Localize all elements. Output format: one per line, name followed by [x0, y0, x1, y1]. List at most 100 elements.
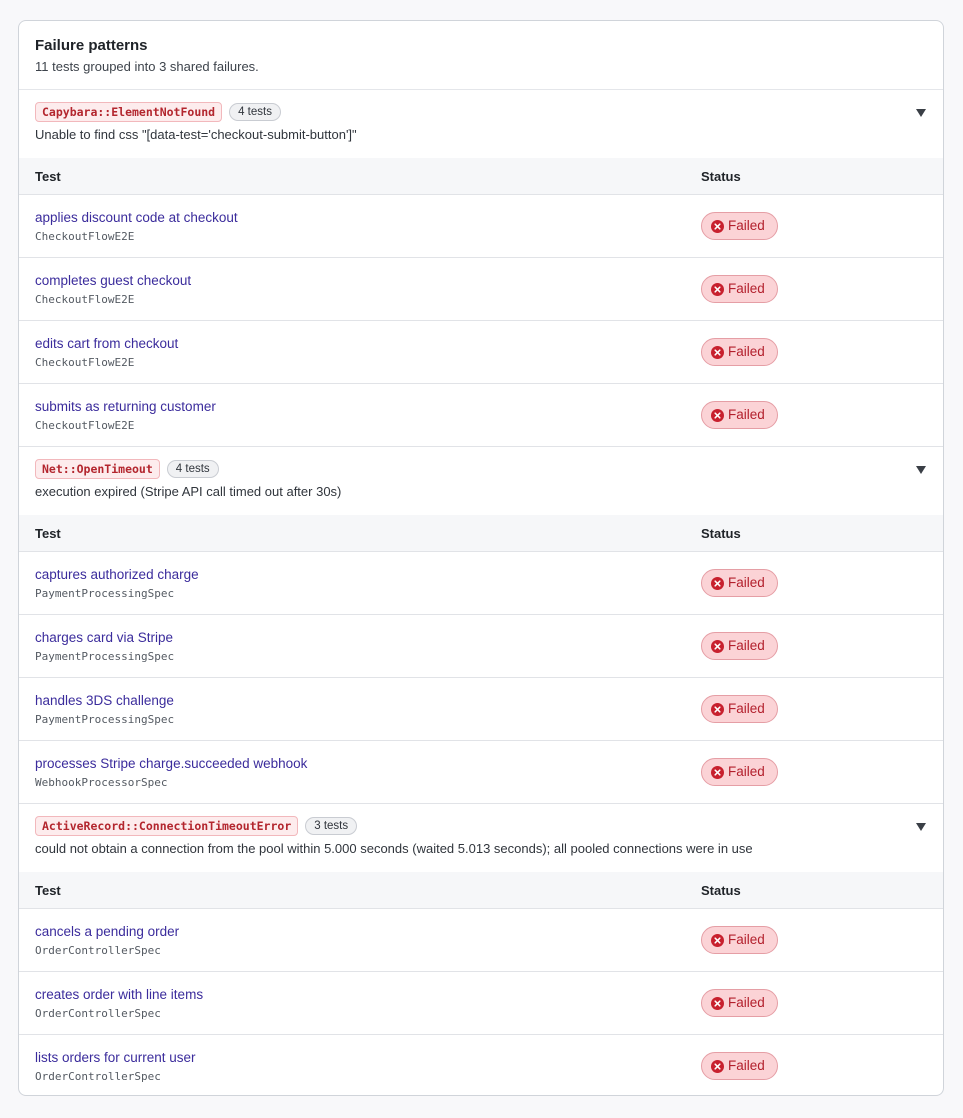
table-header-row: Test Status [19, 872, 943, 909]
column-header-test: Test [35, 882, 61, 898]
test-name-link[interactable]: processes Stripe charge.succeeded webhoo… [35, 755, 701, 773]
test-count-badge: 4 tests [229, 103, 281, 121]
x-circle-icon [711, 765, 724, 779]
test-cell: processes Stripe charge.succeeded webhoo… [19, 755, 701, 790]
table-row: submits as returning customer CheckoutFlo… [19, 384, 943, 447]
status-badge: Failed [701, 758, 778, 786]
chevron-down-icon[interactable] [915, 821, 927, 833]
status-cell: Failed [701, 695, 943, 723]
test-name-link[interactable]: lists orders for current user [35, 1049, 701, 1067]
x-circle-icon [711, 1059, 724, 1073]
status-badge: Failed [701, 695, 778, 723]
test-spec-name: PaymentProcessingSpec [35, 712, 175, 726]
test-name-link[interactable]: creates order with line items [35, 986, 701, 1004]
status-label: Failed [728, 1058, 765, 1073]
column-header-test: Test [35, 525, 61, 541]
status-label: Failed [728, 218, 765, 233]
status-label: Failed [728, 995, 765, 1010]
status-badge: Failed [701, 1052, 778, 1080]
test-spec-name: OrderControllerSpec [35, 1069, 161, 1083]
status-cell: Failed [701, 338, 943, 366]
x-circle-icon [711, 996, 724, 1010]
status-cell: Failed [701, 632, 943, 660]
test-count-badge: 3 tests [305, 817, 358, 835]
status-label: Failed [728, 344, 765, 359]
test-spec-name: CheckoutFlowE2E [35, 355, 135, 369]
test-spec-name: PaymentProcessingSpec [35, 649, 175, 663]
error-class-label: Capybara::ElementNotFound [35, 102, 223, 122]
table-row: charges card via Stripe PaymentProcessing… [19, 615, 943, 678]
card-header: Failure patterns 11 tests grouped into 3… [19, 21, 943, 90]
x-circle-icon [711, 345, 724, 359]
test-cell: applies discount code at checkout Checkou… [19, 209, 701, 244]
failure-group-title: ActiveRecord::ConnectionTimeoutError 3 te… [35, 815, 927, 837]
table-row: completes guest checkout CheckoutFlowE2E F… [19, 258, 943, 321]
test-name-link[interactable]: applies discount code at checkout [35, 209, 701, 227]
test-name-link[interactable]: cancels a pending order [35, 923, 701, 941]
status-label: Failed [728, 932, 765, 947]
column-header-status: Status [701, 882, 741, 898]
test-cell: charges card via Stripe PaymentProcessing… [19, 629, 701, 664]
chevron-down-icon[interactable] [915, 107, 927, 119]
error-message: could not obtain a connection from the p… [35, 841, 753, 856]
table-row: lists orders for current user OrderContro… [19, 1035, 943, 1095]
status-cell: Failed [701, 758, 943, 786]
test-spec-name: OrderControllerSpec [35, 1006, 161, 1020]
x-circle-icon [711, 639, 724, 653]
test-spec-name: CheckoutFlowE2E [35, 292, 135, 306]
failure-group: ActiveRecord::ConnectionTimeoutError 3 te… [19, 804, 943, 1095]
table-header-row: Test Status [19, 515, 943, 552]
status-badge: Failed [701, 989, 778, 1017]
table-header-row: Test Status [19, 158, 943, 195]
failure-group-title: Net::OpenTimeout 4 tests [35, 458, 927, 480]
test-spec-name: CheckoutFlowE2E [35, 418, 135, 432]
failure-groups: Capybara::ElementNotFound 4 tests Unable t… [19, 90, 943, 1095]
table-row: captures authorized charge PaymentProcess… [19, 552, 943, 615]
error-class-label: Net::OpenTimeout [35, 459, 160, 479]
status-label: Failed [728, 575, 765, 590]
status-cell: Failed [701, 275, 943, 303]
status-cell: Failed [701, 1052, 943, 1080]
test-name-link[interactable]: completes guest checkout [35, 272, 701, 290]
chevron-down-icon[interactable] [915, 464, 927, 476]
status-badge: Failed [701, 926, 778, 954]
status-cell: Failed [701, 569, 943, 597]
test-count-badge: 4 tests [166, 460, 219, 478]
column-header-status: Status [701, 525, 741, 541]
column-header-test: Test [35, 168, 61, 184]
page-subtitle: 11 tests grouped into 3 shared failures. [35, 59, 259, 74]
test-name-link[interactable]: submits as returning customer [35, 398, 701, 416]
test-spec-name: OrderControllerSpec [35, 943, 161, 957]
failure-group-header[interactable]: Net::OpenTimeout 4 tests execution expired… [19, 447, 943, 515]
test-cell: lists orders for current user OrderContro… [19, 1049, 701, 1084]
test-spec-name: PaymentProcessingSpec [35, 586, 175, 600]
failure-patterns-card: Failure patterns 11 tests grouped into 3… [18, 20, 944, 1096]
table-row: processes Stripe charge.succeeded webhoo… [19, 741, 943, 804]
failure-group-header[interactable]: ActiveRecord::ConnectionTimeoutError 3 te… [19, 804, 943, 872]
status-badge: Failed [701, 338, 778, 366]
test-spec-name: CheckoutFlowE2E [35, 229, 135, 243]
test-spec-name: WebhookProcessorSpec [35, 775, 168, 789]
error-class-label: ActiveRecord::ConnectionTimeoutError [35, 816, 299, 836]
failure-group-header[interactable]: Capybara::ElementNotFound 4 tests Unable t… [19, 90, 943, 158]
test-cell: submits as returning customer CheckoutFlo… [19, 398, 701, 433]
status-label: Failed [728, 764, 765, 779]
x-circle-icon [711, 219, 724, 233]
test-name-link[interactable]: handles 3DS challenge [35, 692, 701, 710]
test-cell: edits cart from checkout CheckoutFlowE2E [19, 335, 701, 370]
column-header-status: Status [701, 168, 741, 184]
test-name-link[interactable]: captures authorized charge [35, 566, 701, 584]
table-row: edits cart from checkout CheckoutFlowE2E F… [19, 321, 943, 384]
test-cell: completes guest checkout CheckoutFlowE2E [19, 272, 701, 307]
failure-group: Net::OpenTimeout 4 tests execution expired… [19, 447, 943, 804]
test-name-link[interactable]: charges card via Stripe [35, 629, 701, 647]
status-cell: Failed [701, 401, 943, 429]
status-badge: Failed [701, 569, 778, 597]
x-circle-icon [711, 933, 724, 947]
page-title: Failure patterns [35, 37, 148, 54]
status-badge: Failed [701, 401, 778, 429]
table-row: applies discount code at checkout Checkou… [19, 195, 943, 258]
test-name-link[interactable]: edits cart from checkout [35, 335, 701, 353]
test-cell: captures authorized charge PaymentProcess… [19, 566, 701, 601]
status-label: Failed [728, 281, 765, 296]
